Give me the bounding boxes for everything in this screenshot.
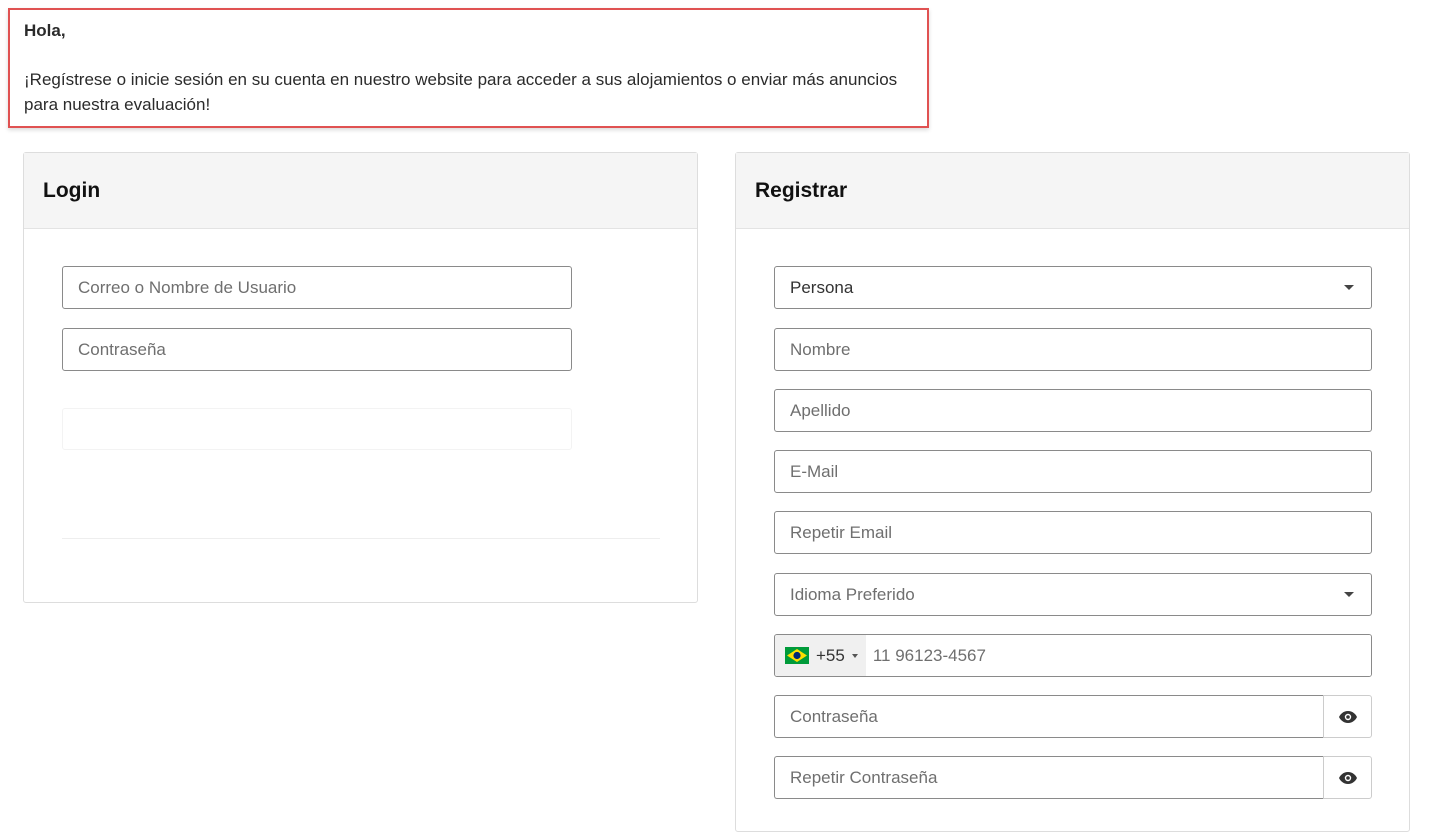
register-name-input[interactable] [774,328,1372,371]
phone-number-input[interactable] [865,635,1371,676]
register-panel: Registrar Persona Idioma Preferido +55 [735,152,1410,832]
show-password-button[interactable] [1323,695,1372,738]
caret-down-icon [851,653,858,658]
eye-icon [1338,710,1357,723]
register-password-group [774,695,1372,738]
notice-greeting: Hola, [24,21,66,40]
login-captcha-placeholder [62,408,572,450]
login-panel: Login [23,152,698,603]
login-panel-header: Login [24,153,697,229]
register-panel-header: Registrar [736,153,1409,229]
show-repeat-password-button[interactable] [1323,756,1372,799]
register-lastname-input[interactable] [774,389,1372,432]
eye-icon [1338,771,1357,784]
language-select-placeholder: Idioma Preferido [790,584,915,604]
country-dial-code: +55 [816,645,845,665]
account-type-value: Persona [790,277,854,297]
caret-down-icon [1344,592,1354,597]
login-divider [62,538,660,539]
login-password-input[interactable] [62,328,572,371]
notice-message: ¡Regístrese o inicie sesión en su cuenta… [24,70,898,114]
account-type-select[interactable]: Persona [774,266,1372,309]
brazil-flag-icon [785,647,809,664]
register-repeat-password-input[interactable] [774,756,1323,799]
country-code-select[interactable]: +55 [775,635,866,676]
phone-field: +55 [774,634,1372,677]
login-title: Login [43,178,101,202]
login-user-input[interactable] [62,266,572,309]
language-select[interactable]: Idioma Preferido [774,573,1372,616]
register-email-input[interactable] [774,450,1372,493]
register-repeat-password-group [774,756,1372,799]
register-repeat-email-input[interactable] [774,511,1372,554]
welcome-notice: Hola, ¡Regístrese o inicie sesión en su … [8,8,929,128]
caret-down-icon [1344,285,1354,290]
register-password-input[interactable] [774,695,1323,738]
register-title: Registrar [755,178,848,202]
